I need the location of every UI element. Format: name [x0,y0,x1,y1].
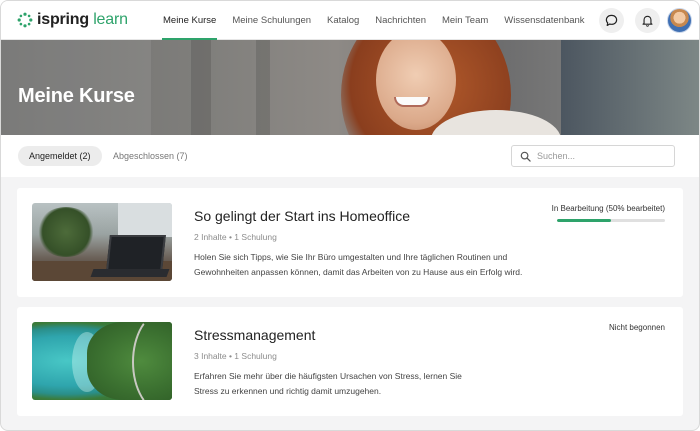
tab-abgeschlossen[interactable]: Abgeschlossen (7) [102,146,199,166]
messages-button[interactable] [599,8,624,33]
notifications-button[interactable] [635,8,660,33]
user-avatar[interactable] [667,8,692,33]
filter-bar: Angemeldet (2) Abgeschlossen (7) [1,135,699,177]
course-thumbnail-homeoffice[interactable] [32,203,172,281]
nav-item-meine-schulungen[interactable]: Meine Schulungen [232,1,311,40]
hero-photo-smile [394,97,430,107]
course-card[interactable]: Stressmanagement 3 Inhalte • 1 Schulung … [17,307,683,416]
course-status: Nicht begonnen [608,323,665,332]
thumbnail-laptop [106,235,166,271]
top-navigation-bar: ispring learn Meine Kurse Meine Schulung… [1,1,699,40]
nav-item-nachrichten[interactable]: Nachrichten [375,1,426,40]
hero-background-frame [191,40,211,135]
course-description: Holen Sie sich Tipps, wie Sie Ihr Büro u… [194,252,523,277]
thumbnail-plant [36,207,96,257]
app-window: ispring learn Meine Kurse Meine Schulung… [0,0,700,431]
search-icon [520,151,531,162]
logo-text: ispring learn [37,10,128,30]
course-meta: 2 Inhalte • 1 Schulung [194,232,277,242]
ispring-logo-icon [17,12,33,28]
hero-background-frame [256,40,270,135]
course-description: Erfahren Sie mehr über die häufigsten Ur… [194,371,462,396]
course-meta: 3 Inhalte • 1 Schulung [194,351,277,361]
nav-item-wissensdatenbank[interactable]: Wissensdatenbank [504,1,584,40]
bell-icon [642,15,653,27]
logo-text-learn: learn [93,11,128,28]
thumbnail-laptop-base [90,269,170,277]
course-status: In Bearbeitung (50% bearbeitet) [551,204,665,213]
nav-item-katalog[interactable]: Katalog [327,1,359,40]
chat-bubble-icon [605,14,618,27]
ispring-learn-logo[interactable]: ispring learn [17,10,128,30]
logo-text-ispring: ispring [37,11,89,28]
thumbnail-road [132,322,172,400]
course-progress-bar [557,219,665,222]
nav-item-meine-kurse[interactable]: Meine Kurse [161,1,218,40]
search-input[interactable] [537,151,667,161]
page-title: Meine Kurse [18,85,135,107]
hero-banner: Meine Kurse [1,40,699,135]
search-box[interactable] [511,145,675,167]
tab-angemeldet[interactable]: Angemeldet (2) [18,146,102,166]
main-navigation: Meine Kurse Meine Schulungen Katalog Nac… [161,1,601,40]
hero-background-shade [561,40,699,135]
course-title[interactable]: Stressmanagement [194,327,315,343]
nav-item-mein-team[interactable]: Mein Team [442,1,488,40]
course-title[interactable]: So gelingt der Start ins Homeoffice [194,208,410,224]
thumbnail-window [118,203,172,237]
course-progress-fill [557,219,611,222]
course-thumbnail-stressmanagement[interactable] [32,322,172,400]
course-card[interactable]: So gelingt der Start ins Homeoffice 2 In… [17,188,683,297]
